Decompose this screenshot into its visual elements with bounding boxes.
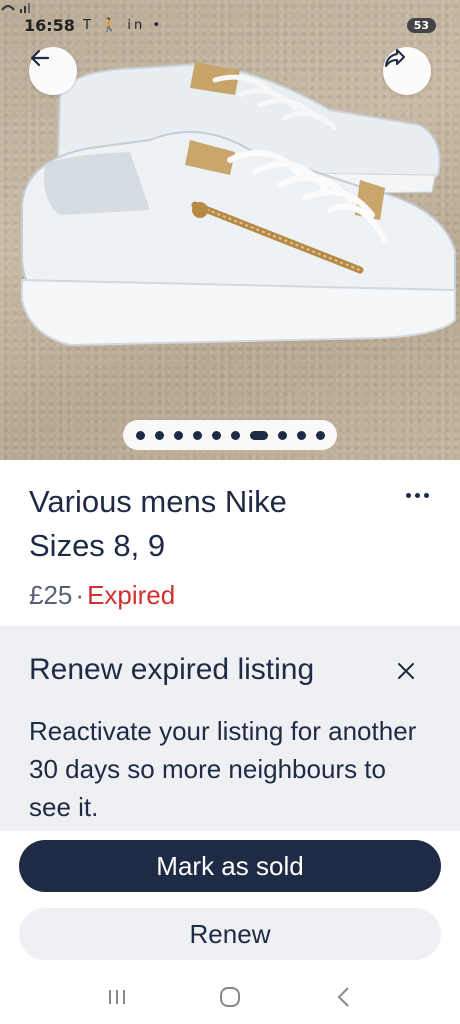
listing-photo[interactable]: 16:58 T 🚶 in • 53 bbox=[0, 0, 460, 460]
chevron-left-icon bbox=[337, 987, 350, 1007]
price-separator: · bbox=[75, 580, 85, 610]
pager-dot[interactable] bbox=[192, 430, 202, 440]
listing-title-line2: Sizes 8, 9 bbox=[29, 528, 166, 563]
more-dot-icon bbox=[423, 492, 429, 498]
back-button[interactable] bbox=[29, 47, 77, 95]
pager-dot[interactable] bbox=[315, 430, 325, 440]
more-dot-icon bbox=[405, 492, 411, 498]
close-icon bbox=[398, 663, 414, 679]
pager-dot[interactable] bbox=[135, 430, 145, 440]
system-back-button[interactable] bbox=[323, 977, 363, 1017]
listing-title-line1: Various mens Nike bbox=[29, 484, 287, 519]
renew-button[interactable]: Renew bbox=[19, 908, 441, 960]
listing-title: Various mens Nike Sizes 8, 9 bbox=[29, 480, 369, 568]
mark-as-sold-button[interactable]: Mark as sold bbox=[19, 840, 441, 892]
pager-dot[interactable] bbox=[173, 430, 183, 440]
listing-price: £25 bbox=[29, 580, 73, 610]
arrow-left-icon bbox=[30, 49, 50, 67]
pager-dot[interactable] bbox=[296, 430, 306, 440]
pager-dot[interactable] bbox=[211, 430, 221, 440]
status-time: 16:58 bbox=[24, 15, 75, 35]
pager-dot-active[interactable] bbox=[249, 430, 268, 440]
status-bar: 16:58 T 🚶 in • 53 bbox=[0, 0, 460, 50]
share-arrow-icon bbox=[385, 49, 405, 67]
recent-apps-icon bbox=[108, 990, 125, 1004]
pager-dot[interactable] bbox=[277, 430, 287, 440]
system-icons: 53 bbox=[1, 3, 436, 33]
share-button[interactable] bbox=[383, 47, 431, 95]
banner-title: Renew expired listing bbox=[29, 653, 315, 686]
pager-dot[interactable] bbox=[230, 430, 240, 440]
battery-icon: 53 bbox=[406, 17, 436, 33]
notification-icons: T 🚶 in • bbox=[82, 17, 163, 33]
more-options-button[interactable] bbox=[400, 483, 434, 507]
price-status-line: £25 · Expired bbox=[29, 577, 175, 613]
more-dot-icon bbox=[414, 492, 420, 498]
banner-body: Reactivate your listing for another 30 d… bbox=[29, 716, 417, 822]
home-icon bbox=[219, 987, 240, 1007]
banner-close-button[interactable] bbox=[390, 655, 422, 687]
photo-pager[interactable] bbox=[123, 420, 337, 450]
pager-dot[interactable] bbox=[154, 430, 164, 440]
recent-apps-button[interactable] bbox=[97, 977, 137, 1017]
listing-status: Expired bbox=[87, 580, 176, 610]
system-nav-bar bbox=[0, 970, 460, 1024]
home-button[interactable] bbox=[210, 977, 250, 1017]
signal-wifi-icon bbox=[1, 3, 30, 13]
